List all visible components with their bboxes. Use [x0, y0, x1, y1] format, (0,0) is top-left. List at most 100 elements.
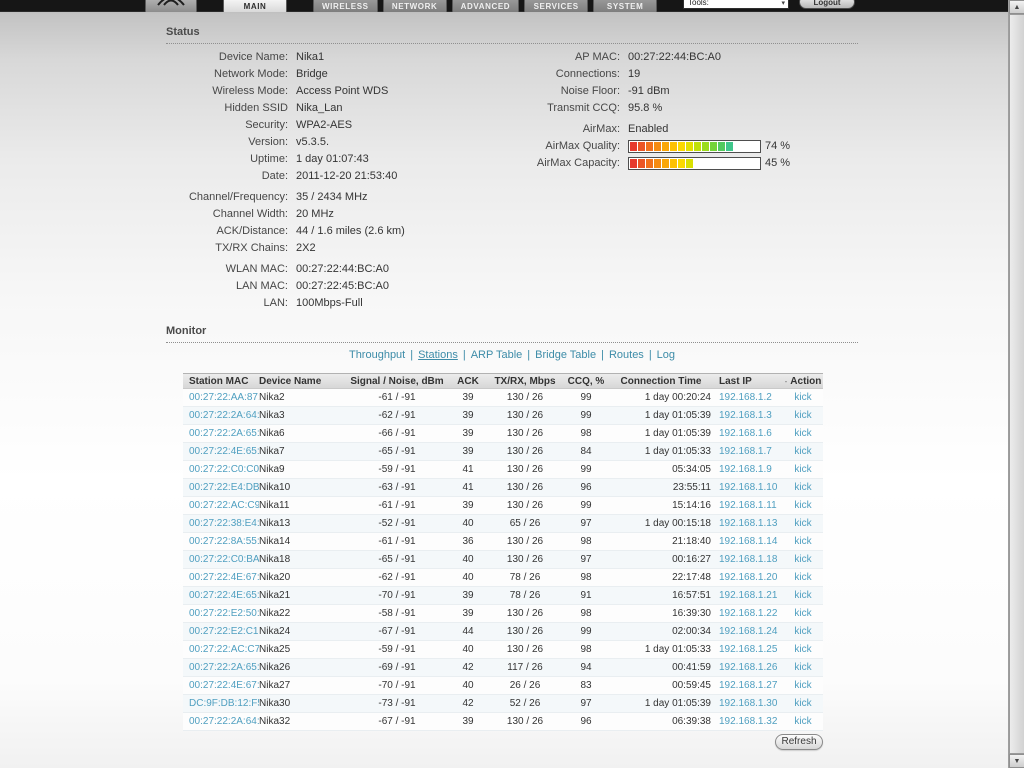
kick-link[interactable]: kick	[794, 590, 811, 601]
table-cell-value: 41	[462, 464, 474, 475]
station-mac-link[interactable]: 00:27:22:4E:65:EA	[189, 446, 259, 457]
last-ip-link[interactable]: 192.168.1.18	[719, 554, 777, 565]
last-ip-link[interactable]: 192.168.1.27	[719, 680, 777, 691]
monitor-link-bridge-table[interactable]: Bridge Table	[535, 349, 596, 361]
kick-link[interactable]: kick	[794, 716, 811, 727]
bar-segment	[662, 142, 669, 151]
kick-link[interactable]: kick	[794, 428, 811, 439]
kick-link[interactable]: kick	[794, 536, 811, 547]
kick-link[interactable]: kick	[794, 554, 811, 565]
kick-link[interactable]: kick	[794, 446, 811, 457]
table-cell: 00:27:22:8A:55:3E	[183, 536, 259, 547]
table-cell: 00:27:22:2A:65:EE	[183, 428, 259, 439]
table-cell-value: 83	[580, 680, 592, 691]
tools-select[interactable]: Tools: ▾	[683, 0, 789, 9]
last-ip-link[interactable]: 192.168.1.22	[719, 608, 777, 619]
station-mac-link[interactable]: 00:27:22:E2:50:AD	[189, 608, 259, 619]
tab-advanced[interactable]: ADVANCED	[451, 0, 520, 12]
last-ip-link[interactable]: 192.168.1.30	[719, 698, 777, 709]
kick-link[interactable]: kick	[794, 608, 811, 619]
table-cell-value: -61 / -91	[378, 536, 416, 547]
station-mac-link[interactable]: 00:27:22:2A:64:E6	[189, 716, 259, 727]
last-ip-link[interactable]: 192.168.1.32	[719, 716, 777, 727]
table-cell: kick	[783, 680, 823, 691]
last-ip-link[interactable]: 192.168.1.2	[719, 392, 772, 403]
scrollbar-down-arrow-icon[interactable]: ▼	[1009, 754, 1024, 768]
bar-segment	[654, 142, 661, 151]
station-mac-link[interactable]: 00:27:22:2A:65:21	[189, 662, 259, 673]
station-mac-link[interactable]: DC:9F:DB:12:F5:7C	[189, 698, 259, 709]
last-ip-link[interactable]: 192.168.1.14	[719, 536, 777, 547]
table-cell-value: -52 / -91	[378, 518, 416, 529]
bar-segment	[638, 159, 645, 168]
tab-system[interactable]: SYSTEM	[593, 0, 658, 12]
last-ip-link[interactable]: 192.168.1.25	[719, 644, 777, 655]
field-label: LAN:	[263, 297, 288, 309]
station-mac-link[interactable]: 00:27:22:4E:65:74	[189, 590, 259, 601]
vertical-scrollbar[interactable]: ▲ ▼	[1008, 0, 1024, 768]
last-ip-link[interactable]: 192.168.1.20	[719, 572, 777, 583]
scrollbar-up-arrow-icon[interactable]: ▲	[1009, 0, 1024, 14]
station-mac-link[interactable]: 00:27:22:38:E4:5A	[189, 518, 259, 529]
last-ip-link[interactable]: 192.168.1.10	[719, 482, 777, 493]
last-ip-link[interactable]: 192.168.1.6	[719, 428, 772, 439]
table-row: 00:27:22:C0:C0:E1Nika9 -59 / -91 41 130 / 2…	[183, 461, 823, 479]
kick-link[interactable]: kick	[794, 698, 811, 709]
kick-link[interactable]: kick	[794, 572, 811, 583]
last-ip-link[interactable]: 192.168.1.3	[719, 410, 772, 421]
tab-wireless[interactable]: WIRELESS	[313, 0, 378, 12]
last-ip-link[interactable]: 192.168.1.24	[719, 626, 777, 637]
station-mac-link[interactable]: 00:27:22:C0:C0:E1	[189, 464, 259, 475]
last-ip-link[interactable]: 192.168.1.11	[719, 500, 777, 511]
kick-link[interactable]: kick	[794, 392, 811, 403]
table-cell-value: Nika27	[259, 680, 291, 691]
monitor-link-throughput[interactable]: Throughput	[349, 349, 405, 361]
monitor-link-arp-table[interactable]: ARP Table	[471, 349, 523, 361]
field-label: LAN MAC:	[236, 280, 288, 292]
station-mac-link[interactable]: 00:27:22:8A:55:3E	[189, 536, 259, 547]
airmax-quality-bar	[628, 140, 761, 153]
tab-services[interactable]: SERVICES	[524, 0, 589, 12]
logout-button[interactable]: Logout	[799, 0, 855, 9]
monitor-link-stations[interactable]: Stations	[418, 349, 458, 361]
station-mac-link[interactable]: 00:27:22:4E:67:0E	[189, 680, 259, 691]
kick-link[interactable]: kick	[794, 680, 811, 691]
monitor-link-routes[interactable]: Routes	[609, 349, 644, 361]
tab-network[interactable]: NETWORK	[382, 0, 447, 12]
station-mac-link[interactable]: 00:27:22:AC:C9:34	[189, 500, 259, 511]
refresh-button[interactable]: Refresh	[775, 734, 823, 750]
table-cell-value: 40	[462, 680, 474, 691]
station-mac-link[interactable]: 00:27:22:AA:87:27	[189, 392, 259, 403]
station-mac-link[interactable]: 00:27:22:AC:C7:AE	[189, 644, 259, 655]
last-ip-link[interactable]: 192.168.1.9	[719, 464, 772, 475]
station-mac-link[interactable]: 00:27:22:2A:64:C4	[189, 410, 259, 421]
station-mac-link[interactable]: 00:27:22:E2:C1:7A	[189, 626, 259, 637]
field-label: Transmit CCQ:	[547, 102, 620, 114]
kick-link[interactable]: kick	[794, 662, 811, 673]
kick-link[interactable]: kick	[794, 464, 811, 475]
table-cell-value: 91	[580, 590, 592, 601]
kick-link[interactable]: kick	[794, 500, 811, 511]
last-ip-link[interactable]: 192.168.1.7	[719, 446, 772, 457]
kick-link[interactable]: kick	[794, 482, 811, 493]
kick-link[interactable]: kick	[794, 518, 811, 529]
station-mac-link[interactable]: 00:27:22:4E:67:04	[189, 572, 259, 583]
scrollbar-thumb[interactable]	[1009, 14, 1024, 754]
logo-tab[interactable]	[145, 0, 197, 12]
status-row: WLAN MAC: 00:27:22:44:BC:A0	[166, 261, 858, 278]
kick-link[interactable]: kick	[794, 626, 811, 637]
kick-link[interactable]: kick	[794, 410, 811, 421]
kick-link[interactable]: kick	[794, 644, 811, 655]
last-ip-link[interactable]: 192.168.1.13	[719, 518, 777, 529]
last-ip-link[interactable]: 192.168.1.21	[719, 590, 777, 601]
last-ip-link[interactable]: 192.168.1.26	[719, 662, 777, 673]
station-mac-link[interactable]: 00:27:22:E4:DB:C1	[189, 482, 259, 493]
tab-main[interactable]: MAIN	[223, 0, 287, 12]
table-cell: kick	[783, 446, 823, 457]
table-cell-value: 78 / 26	[509, 590, 541, 601]
station-mac-link[interactable]: 00:27:22:C0:BA:31	[189, 554, 259, 565]
monitor-link-log[interactable]: Log	[657, 349, 675, 361]
bar-segment	[630, 159, 637, 168]
station-mac-link[interactable]: 00:27:22:2A:65:EE	[189, 428, 259, 439]
table-row: 00:27:22:4E:67:0ENika27 -70 / -91 40 26 / 2…	[183, 677, 823, 695]
